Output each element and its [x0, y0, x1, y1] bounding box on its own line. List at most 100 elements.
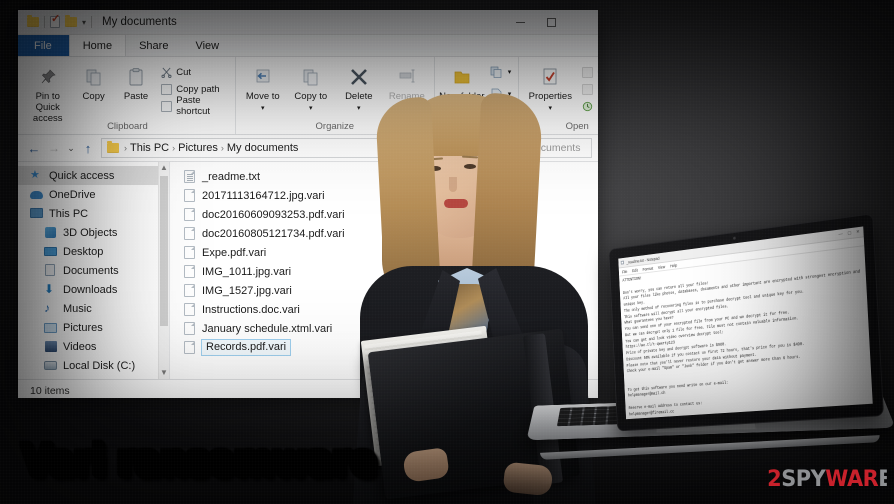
- sidebar-item-pictures[interactable]: Pictures: [18, 318, 169, 337]
- new-item-button[interactable]: ▾: [490, 65, 512, 79]
- open-button[interactable]: Open ▾: [582, 65, 598, 79]
- sidebar-item-local-disk[interactable]: Local Disk (C:): [18, 356, 169, 375]
- minimize-button[interactable]: [505, 10, 536, 35]
- tab-view[interactable]: View: [182, 35, 233, 56]
- navigation-pane: ★ Quick access OneDrive This PC 3D Objec…: [18, 162, 170, 379]
- generic-file-icon: [184, 284, 195, 297]
- videos-icon: [44, 340, 57, 353]
- pin-to-quick-access-button[interactable]: Pin to Quick access: [24, 60, 71, 125]
- laptop: _readme.txt - Notepad — ▢ ✕ File Edit Fo…: [526, 212, 894, 464]
- recent-locations-button[interactable]: ⌄: [64, 143, 78, 154]
- copy-button[interactable]: Copy: [73, 60, 113, 103]
- ransom-note-text: ATTENTION! Don't worry, you can return a…: [622, 270, 861, 417]
- music-icon: ♪: [44, 301, 50, 315]
- copy-to-button[interactable]: Copy to ▾: [288, 60, 334, 113]
- copy-to-label: Copy to: [294, 91, 328, 102]
- generic-file-icon: [184, 341, 195, 354]
- menu-format[interactable]: Format: [642, 265, 653, 271]
- sidebar-item-quick-access[interactable]: ★ Quick access: [18, 166, 169, 185]
- file-name: IMG_1011.jpg.vari: [202, 265, 292, 278]
- properties-icon[interactable]: [50, 14, 60, 28]
- generic-file-icon: [184, 322, 195, 335]
- chevron-down-icon[interactable]: ▾: [508, 68, 512, 76]
- sidebar-item-videos[interactable]: Videos: [18, 337, 169, 356]
- paste-button[interactable]: Paste: [116, 60, 156, 103]
- sidebar-item-label: 3D Objects: [63, 226, 118, 239]
- star-icon: ★: [30, 169, 40, 181]
- copy-path-icon: [161, 83, 173, 95]
- sidebar-item-3d-objects[interactable]: 3D Objects: [18, 223, 169, 242]
- menu-view[interactable]: View: [658, 264, 666, 269]
- menu-edit[interactable]: Edit: [632, 267, 638, 272]
- close-button[interactable]: [567, 10, 598, 35]
- notepad-window-controls: — ▢ ✕: [838, 228, 863, 237]
- new-folder-icon[interactable]: [65, 15, 77, 27]
- file-name: January schedule.xtml.vari: [202, 322, 333, 335]
- breadcrumb-separator: ›: [172, 143, 176, 153]
- menu-file[interactable]: File: [622, 269, 628, 274]
- close-icon[interactable]: ✕: [856, 229, 860, 235]
- copy-path-button[interactable]: Copy path: [161, 82, 228, 96]
- page-title: Vari ransomware: [22, 436, 376, 484]
- chevron-down-icon[interactable]: ▾: [309, 105, 313, 113]
- copy-path-label: Copy path: [176, 83, 220, 95]
- chevron-down-icon[interactable]: ▾: [82, 18, 86, 27]
- breadcrumb-item-this-pc[interactable]: This PC: [130, 142, 169, 154]
- file-name: Instructions.doc.vari: [202, 303, 300, 316]
- breadcrumb-item-pictures[interactable]: Pictures: [178, 142, 218, 154]
- file-name: 20171113164712.jpg.vari: [202, 189, 325, 202]
- tab-file[interactable]: File: [18, 35, 69, 56]
- quick-access-toolbar: ▾: [18, 14, 93, 28]
- watermark-part-1: 2: [767, 467, 782, 492]
- documents-icon: [44, 264, 57, 277]
- hand-right: [502, 461, 554, 497]
- breadcrumb-separator: ›: [220, 143, 224, 153]
- text-file-icon: [184, 170, 195, 183]
- scrollbar-thumb[interactable]: [160, 176, 168, 326]
- folder-icon: [107, 141, 119, 153]
- maximize-icon[interactable]: ▢: [847, 230, 851, 236]
- minimize-icon[interactable]: —: [838, 231, 843, 237]
- sidebar-item-label: Local Disk (C:): [63, 359, 136, 372]
- chevron-down-icon[interactable]: ▾: [261, 105, 265, 113]
- clipboard-small-commands: Cut Copy path Paste shortcut: [158, 60, 231, 117]
- up-button[interactable]: ↑: [78, 141, 98, 156]
- laptop-screen: _readme.txt - Notepad — ▢ ✕ File Edit Fo…: [618, 226, 873, 420]
- breadcrumb-item-my-documents[interactable]: My documents: [227, 142, 299, 154]
- back-button[interactable]: ←: [24, 141, 44, 156]
- notepad-icon: [620, 260, 625, 265]
- sidebar-item-label: Quick access: [49, 169, 115, 182]
- scroll-down-icon[interactable]: ▼: [159, 367, 169, 379]
- paste-shortcut-button[interactable]: Paste shortcut: [161, 95, 228, 117]
- paste-shortcut-label: Paste shortcut: [176, 95, 211, 117]
- cut-button[interactable]: Cut: [161, 65, 228, 79]
- navigation-pane-scrollbar[interactable]: ▲ ▼: [158, 162, 169, 379]
- scissors-icon: [161, 67, 172, 78]
- sidebar-item-music[interactable]: ♪ Music: [18, 299, 169, 318]
- tab-home[interactable]: Home: [68, 35, 127, 56]
- open-icon: [582, 66, 594, 78]
- scroll-up-icon[interactable]: ▲: [159, 162, 169, 174]
- divider: [91, 16, 93, 28]
- move-to-button[interactable]: Move to ▾: [240, 60, 286, 113]
- maximize-button[interactable]: [536, 10, 567, 35]
- forward-button[interactable]: →: [44, 141, 64, 155]
- sidebar-item-desktop[interactable]: Desktop: [18, 242, 169, 261]
- eye-right: [464, 164, 476, 169]
- tab-share[interactable]: Share: [126, 35, 182, 56]
- generic-file-icon: [184, 208, 195, 221]
- sidebar-item-label: Downloads: [63, 283, 118, 296]
- window-title: My documents: [102, 16, 177, 28]
- sidebar-item-this-pc[interactable]: This PC: [18, 204, 169, 223]
- cut-label: Cut: [176, 66, 192, 78]
- file-name: Records.pdf.vari: [201, 339, 292, 356]
- sidebar-item-label: Desktop: [63, 245, 104, 258]
- sidebar-item-onedrive[interactable]: OneDrive: [18, 185, 169, 204]
- sidebar-item-documents[interactable]: Documents: [18, 261, 169, 280]
- screenshot-stage: ▾ My documents File Home Share View: [0, 0, 894, 504]
- sidebar-item-downloads[interactable]: ⬇ Downloads: [18, 280, 169, 299]
- file-name: Expe.pdf.vari: [202, 246, 267, 259]
- menu-help[interactable]: Help: [670, 262, 677, 267]
- sidebar-item-label: Music: [63, 302, 92, 315]
- folder-icon[interactable]: [27, 15, 39, 27]
